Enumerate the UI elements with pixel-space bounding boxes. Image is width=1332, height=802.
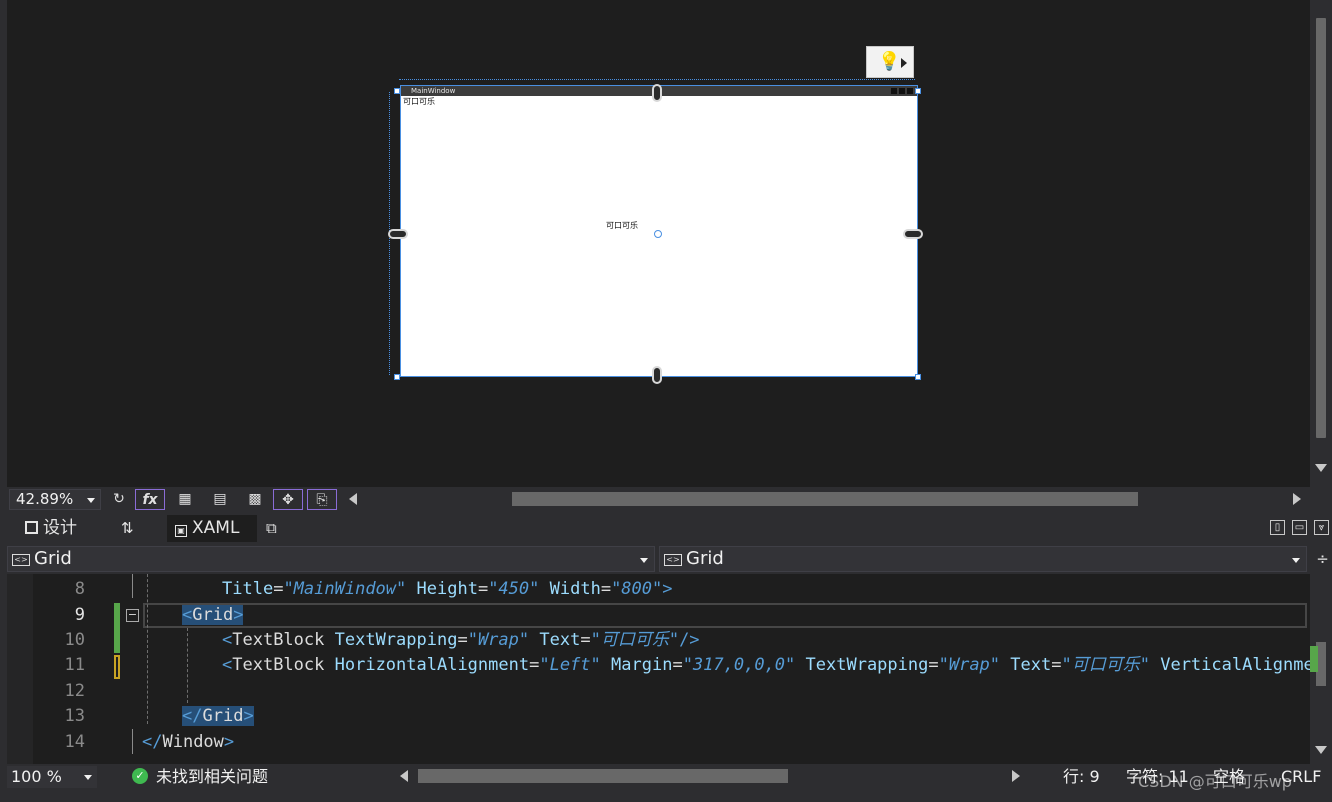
designer-vertical-scrollbar[interactable] <box>1310 0 1332 487</box>
chevron-down-icon <box>84 775 92 780</box>
resize-handle-bl[interactable] <box>394 374 400 380</box>
element-member-dropdown[interactable]: <> Grid <box>659 546 1307 572</box>
scroll-down-arrow-icon[interactable] <box>1315 464 1327 472</box>
line-number: 10 <box>64 630 85 650</box>
scroll-right-arrow-icon[interactable] <box>1293 493 1301 505</box>
guide-top <box>399 79 915 80</box>
xaml-view-icon: ▣ <box>175 525 187 537</box>
margin-chain-top-icon[interactable] <box>652 84 662 102</box>
project-code-icon[interactable]: ⎘ <box>307 489 337 510</box>
snap-to-grid-icon[interactable]: ▤ <box>205 489 235 510</box>
design-surface[interactable]: MainWindow 可口可乐 可口可乐 💡 <box>7 0 1310 487</box>
popout-xaml-button[interactable]: ⧉ <box>266 515 277 542</box>
element-scope-value: Grid <box>34 548 72 569</box>
scroll-down-arrow-icon[interactable] <box>1315 746 1327 754</box>
code-text: </Grid> <box>182 706 254 726</box>
scroll-right-arrow-icon[interactable] <box>1012 770 1020 782</box>
designer-vertical-scroll-thumb[interactable] <box>1316 18 1326 438</box>
chevron-down-icon <box>640 558 648 563</box>
scroll-left-arrow-icon[interactable] <box>349 493 357 505</box>
code-text: <TextBlock HorizontalAlignment="Left" Ma… <box>222 655 1324 675</box>
chevron-down-icon <box>87 498 95 503</box>
window-minimize-icon <box>891 88 897 94</box>
line-number: 9 <box>74 605 85 625</box>
element-member-value: Grid <box>686 548 724 569</box>
tab-xaml[interactable]: ▣ XAML <box>167 515 257 542</box>
resize-handle-br[interactable] <box>915 374 921 380</box>
horizontal-split-icon[interactable]: ▭ <box>1292 520 1307 535</box>
margin-chain-left-icon[interactable] <box>388 229 408 239</box>
editor-zoom-select[interactable]: 100 % <box>7 766 97 788</box>
refresh-icon[interactable]: ↻ <box>104 489 134 510</box>
element-icon: <> <box>12 554 30 566</box>
code-line[interactable]: 10 <TextBlock TextWrapping="Wrap" Text="… <box>7 628 1307 653</box>
element-scope-dropdown[interactable]: <> Grid <box>7 546 655 572</box>
split-editor-icon[interactable]: ÷ <box>1313 548 1332 570</box>
swap-arrows-icon: ⇅ <box>121 519 134 537</box>
designer-zoom-value: 42.89% <box>16 490 74 508</box>
element-icon: <> <box>664 554 682 566</box>
grid-lines-icon[interactable]: ▦ <box>170 489 200 510</box>
editor-horizontal-scroll-thumb[interactable] <box>418 769 788 783</box>
code-line[interactable]: 13 </Grid> <box>7 704 1307 729</box>
navigation-bar: <> Grid <> Grid ÷ <box>7 544 1332 574</box>
margin-chain-bottom-icon[interactable] <box>652 366 662 384</box>
left-edge <box>0 0 7 802</box>
swap-panes-button[interactable]: ⇅ <box>121 515 134 542</box>
code-line[interactable]: 12 <box>7 679 1307 704</box>
scrollbar-change-marker <box>1310 646 1318 672</box>
editor-status-bar: 100 % ✓ 未找到相关问题 行: 9 字符: 11 空格 CRLF CSDN… <box>0 764 1332 802</box>
resize-handle-tl[interactable] <box>394 88 400 94</box>
line-number: 8 <box>74 579 85 599</box>
csdn-watermark: CSDN @可口可乐wp <box>1138 772 1292 791</box>
code-text: Title="MainWindow" Height="450" Width="8… <box>222 579 673 599</box>
window-title: MainWindow <box>411 87 456 95</box>
code-line[interactable]: 14 </Window> <box>7 730 1307 755</box>
lightbulb-icon: 💡 <box>878 51 901 72</box>
chevron-down-icon <box>1292 558 1300 563</box>
design-view-icon <box>25 521 38 534</box>
designer-horizontal-scrollbar[interactable] <box>345 487 1305 512</box>
line-indicator[interactable]: 行: 9 <box>1063 765 1100 789</box>
view-tab-strip: 设计 ⇅ ▣ XAML ⧉ ▯ ▭ ⩔ <box>7 512 1332 544</box>
tab-xaml-label: XAML <box>192 518 240 538</box>
center-handle-icon[interactable] <box>654 230 662 238</box>
resize-handle-tr[interactable] <box>915 88 921 94</box>
editor-zoom-value: 100 % <box>11 767 62 786</box>
designer-zoom-select[interactable]: 42.89% <box>9 489 101 510</box>
line-number: 11 <box>64 655 85 675</box>
line-number: 13 <box>64 706 85 726</box>
designer-horizontal-scroll-thumb[interactable] <box>512 492 1138 506</box>
margin-chain-right-icon[interactable] <box>903 229 923 239</box>
code-line[interactable]: 11 <TextBlock HorizontalAlignment="Left"… <box>7 653 1324 678</box>
vertical-split-icon[interactable]: ▯ <box>1270 520 1285 535</box>
code-text: <TextBlock TextWrapping="Wrap" Text="可口可… <box>222 630 700 650</box>
tab-design-label: 设计 <box>43 518 77 538</box>
window-maximize-icon <box>899 88 905 94</box>
textblock-preview-2[interactable]: 可口可乐 <box>606 221 638 231</box>
popout-icon: ⧉ <box>266 519 277 537</box>
code-line[interactable]: 8 Title="MainWindow" Height="450" Width=… <box>7 577 1307 602</box>
issues-status[interactable]: 未找到相关问题 <box>156 765 268 789</box>
window-close-icon <box>907 88 913 94</box>
line-number: 12 <box>64 681 85 701</box>
quick-actions-button[interactable]: 💡 <box>866 46 914 78</box>
code-text: <Grid> <box>182 605 244 625</box>
code-line[interactable]: 9 <Grid> <box>7 603 1307 628</box>
xaml-code-editor[interactable]: − 8 Title="MainWindow" Height="450" Widt… <box>7 574 1332 764</box>
expand-arrow-icon <box>901 58 907 68</box>
scroll-left-arrow-icon[interactable] <box>400 770 408 782</box>
line-number: 14 <box>64 732 85 752</box>
fx-effects-icon[interactable]: fx <box>135 489 165 510</box>
main-window-preview[interactable]: MainWindow 可口可乐 可口可乐 <box>400 85 918 377</box>
snap-to-lines-icon[interactable]: ✥ <box>273 489 303 510</box>
code-text: </Window> <box>142 732 235 752</box>
collapse-pane-icon[interactable]: ⩔ <box>1314 520 1329 535</box>
editor-vertical-scrollbar[interactable] <box>1310 574 1332 764</box>
designer-toolbar: 42.89% ↻ fx ▦ ▤ ▩ ✥ ⎘ <box>7 487 1332 512</box>
check-circle-icon: ✓ <box>132 768 148 784</box>
transparency-checker-icon[interactable]: ▩ <box>240 489 270 510</box>
tab-design[interactable]: 设计 <box>25 515 77 542</box>
textblock-preview-1[interactable]: 可口可乐 <box>403 97 435 107</box>
